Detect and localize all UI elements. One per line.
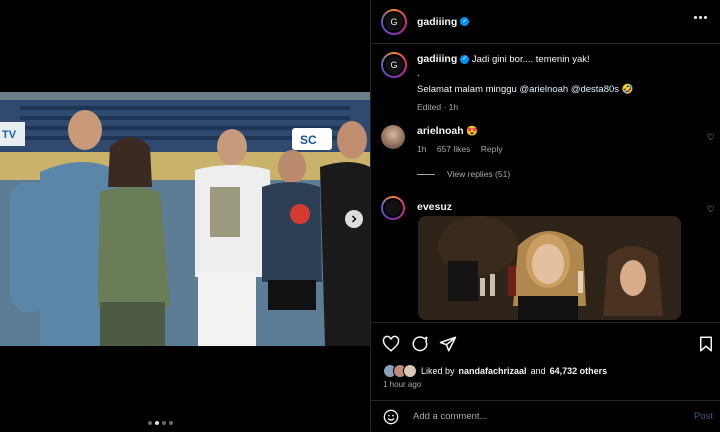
post-side-panel: G gadiiing ✓ G gadiiing ✓ Jadi gini bor..… — [370, 0, 720, 431]
liked-by-user[interactable]: nandafachrizaal — [459, 366, 527, 376]
comment-time: 1h — [417, 144, 427, 154]
caption-emoji: 🤣 — [621, 84, 634, 95]
chevron-right-icon — [352, 215, 357, 223]
post-caption: gadiiing ✓ Jadi gini bor.... temenin yak!… — [417, 52, 707, 114]
caption-edited-time: Edited · 1h — [417, 102, 459, 112]
action-bar — [371, 322, 720, 361]
caption-line-2: . — [417, 68, 420, 79]
comment-input[interactable] — [411, 410, 685, 423]
carousel-next-button[interactable] — [345, 210, 363, 228]
author-avatar[interactable]: G — [381, 8, 407, 35]
reply-button[interactable]: Reply — [481, 144, 503, 154]
verified-badge-icon: ✓ — [460, 17, 470, 26]
verified-badge-icon: ✓ — [460, 54, 470, 64]
caption-line-1: Jadi gini bor.... temenin yak! — [471, 54, 590, 65]
caption-author-avatar[interactable]: G — [381, 52, 407, 78]
likes-summary: Liked by nandafachrizaal and 64,732 othe… — [383, 364, 607, 378]
commenter-avatar[interactable] — [381, 196, 405, 220]
view-replies-button[interactable]: View replies (51) — [447, 169, 510, 179]
carousel-dot — [169, 421, 173, 425]
author-username[interactable]: gadiiing — [417, 16, 457, 28]
carousel-dot-active — [155, 421, 159, 425]
liked-by-label: Liked by — [421, 366, 455, 376]
mention-link[interactable]: @desta80s — [571, 84, 619, 95]
comment-item: arielnoah 😍 1h 657 likes Reply View repl… — [381, 125, 711, 179]
post-comment-button[interactable]: Post — [694, 411, 713, 422]
carousel-dot — [148, 421, 152, 425]
more-options-icon[interactable] — [694, 16, 707, 19]
comment-icon[interactable] — [411, 335, 429, 353]
caption-line-3: Selamat malam minggu — [417, 84, 520, 95]
post-header: G gadiiing ✓ — [371, 0, 720, 44]
post-media: TV SC — [0, 0, 370, 431]
share-icon[interactable] — [439, 335, 457, 353]
caption-username[interactable]: gadiiing — [417, 53, 457, 65]
comment-text: 😍 — [466, 126, 479, 137]
others-count[interactable]: 64,732 others — [550, 366, 608, 376]
post-photo[interactable]: TV SC — [0, 92, 370, 346]
liker-avatar — [403, 364, 417, 378]
like-comment-heart-icon[interactable]: ♡ — [707, 204, 715, 215]
commenter-avatar[interactable] — [381, 125, 405, 149]
add-comment-bar: Post — [371, 400, 720, 432]
comment-gif-image[interactable] — [418, 216, 681, 320]
carousel-dots — [148, 421, 173, 425]
commenter-username[interactable]: evesuz — [417, 201, 452, 213]
mention-link[interactable]: @arielnoah — [519, 84, 568, 95]
comment-likes[interactable]: 657 likes — [437, 144, 471, 154]
tv-sign: TV — [2, 129, 17, 141]
like-comment-heart-icon[interactable]: ♡ — [707, 132, 715, 143]
divider — [417, 173, 435, 175]
commenter-username[interactable]: arielnoah — [417, 125, 464, 137]
emoji-icon[interactable] — [383, 409, 399, 425]
sponsor-sign: SC — [300, 133, 317, 147]
save-bookmark-icon[interactable] — [697, 335, 715, 353]
liked-by-and: and — [530, 366, 546, 376]
like-heart-icon[interactable] — [382, 335, 400, 353]
carousel-dot — [162, 421, 166, 425]
post-time[interactable]: 1 hour ago — [383, 380, 421, 389]
